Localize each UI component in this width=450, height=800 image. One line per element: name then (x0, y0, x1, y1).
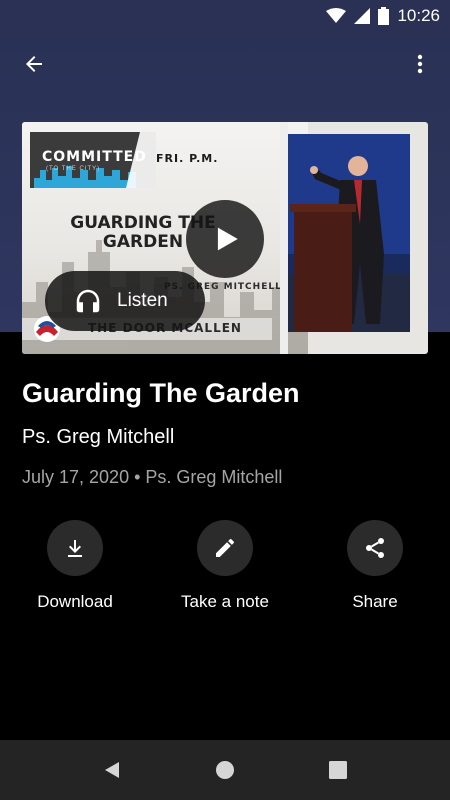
app-bar (0, 32, 450, 96)
back-button[interactable] (14, 44, 54, 84)
artwork-divider (280, 122, 288, 354)
speaker-photo-graphic (288, 134, 410, 332)
cell-signal-icon (354, 8, 371, 24)
download-icon (68, 540, 82, 557)
home-circle-icon (216, 761, 234, 779)
sermon-meta: July 17, 2020 • Ps. Greg Mitchell (22, 467, 283, 487)
download-button[interactable] (47, 520, 103, 576)
take-note-button[interactable] (197, 520, 253, 576)
status-icons: 10:26 (326, 0, 440, 32)
status-time: 10:26 (397, 6, 440, 25)
headphones-icon (76, 289, 100, 313)
system-nav-bar (0, 740, 450, 800)
share-icon (366, 538, 384, 558)
wifi-icon (326, 8, 347, 23)
more-vert-icon (417, 54, 423, 74)
series-title: COMMITTED (42, 149, 147, 165)
status-bar: 10:26 (0, 0, 450, 32)
back-triangle-icon (105, 762, 119, 778)
speaker-photo (288, 134, 410, 332)
play-icon (217, 227, 238, 251)
nav-home-button[interactable] (195, 740, 255, 800)
nav-recents-button[interactable] (308, 740, 368, 800)
pencil-icon (216, 538, 235, 557)
download-action[interactable]: Download (5, 520, 145, 612)
take-note-label: Take a note (181, 592, 269, 611)
sermon-title: Guarding The Garden (22, 378, 300, 408)
play-button[interactable] (186, 200, 264, 278)
arrow-left-icon (26, 56, 42, 72)
battery-icon (378, 7, 390, 25)
share-label: Share (352, 592, 398, 611)
listen-button[interactable]: Listen (45, 271, 205, 331)
nav-back-button[interactable] (82, 740, 142, 800)
listen-label: Listen (117, 290, 168, 311)
download-label: Download (37, 592, 113, 611)
recents-square-icon (329, 761, 347, 779)
take-note-action[interactable]: Take a note (155, 520, 295, 612)
share-action[interactable]: Share (305, 520, 445, 612)
series-logo-box: COMMITTED (TO THE CITY) (30, 132, 156, 188)
series-subtitle: (TO THE CITY) (46, 166, 101, 172)
sermon-speaker: Ps. Greg Mitchell (22, 426, 175, 448)
artwork-day: FRI. P.M. (156, 152, 219, 165)
overflow-menu-button[interactable] (400, 44, 440, 84)
share-button[interactable] (347, 520, 403, 576)
